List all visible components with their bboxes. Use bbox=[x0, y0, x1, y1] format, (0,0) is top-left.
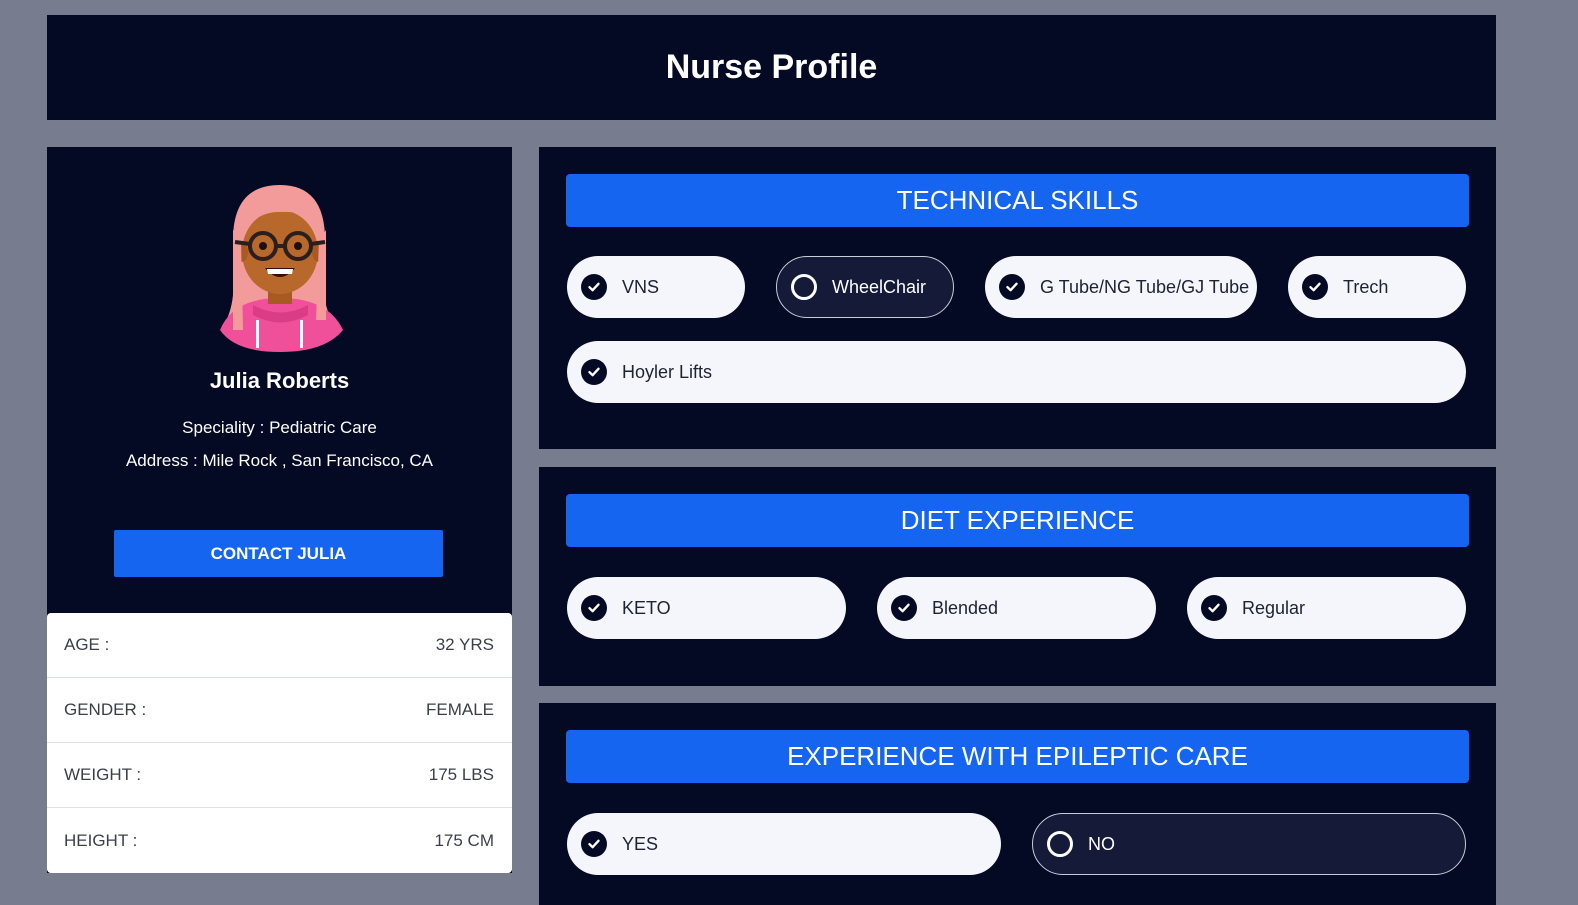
page-title: Nurse Profile bbox=[665, 48, 878, 86]
epileptic-chip-yes[interactable]: YES bbox=[567, 813, 1001, 875]
check-circle-icon bbox=[581, 274, 607, 300]
chip-label: YES bbox=[622, 833, 659, 854]
address-text: Address : Mile Rock , San Francisco, CA bbox=[125, 451, 434, 470]
empty-circle-icon bbox=[1047, 831, 1073, 857]
technical-skills-title: TECHNICAL SKILLS bbox=[566, 174, 1469, 227]
stat-label: WEIGHT : bbox=[64, 765, 142, 784]
technical-skills-section: TECHNICAL SKILLS VNS WheelChair G Tube/N… bbox=[539, 147, 1496, 449]
stats-table: AGE : 32 YRS GENDER : FEMALE WEIGHT : 17… bbox=[47, 613, 512, 873]
skill-chip-hoyler-lifts[interactable]: Hoyler Lifts bbox=[567, 341, 1466, 403]
skill-chip-trech[interactable]: Trech bbox=[1288, 256, 1466, 318]
chip-label: NO bbox=[1088, 833, 1115, 854]
diet-chip-keto[interactable]: KETO bbox=[567, 577, 846, 639]
diet-experience-title: DIET EXPERIENCE bbox=[566, 494, 1469, 547]
check-circle-icon bbox=[581, 595, 607, 621]
stat-row-weight: WEIGHT : 175 LBS bbox=[47, 743, 512, 808]
page-header: Nurse Profile bbox=[47, 15, 1496, 120]
chip-label: WheelChair bbox=[832, 276, 927, 297]
stat-value: 175 LBS bbox=[428, 765, 494, 784]
check-circle-icon bbox=[1201, 595, 1227, 621]
nurse-name: Julia Roberts bbox=[209, 368, 350, 393]
epileptic-care-section: EXPERIENCE WITH EPILEPTIC CARE YES NO bbox=[539, 703, 1496, 905]
stat-row-gender: GENDER : FEMALE bbox=[47, 678, 512, 743]
diet-chip-blended[interactable]: Blended bbox=[877, 577, 1156, 639]
speciality-text: Speciality : Pediatric Care bbox=[182, 418, 377, 437]
stat-value: 175 CM bbox=[434, 830, 494, 850]
skill-chip-vns[interactable]: VNS bbox=[567, 256, 745, 318]
skill-chip-g-tube[interactable]: G Tube/NG Tube/GJ Tube bbox=[985, 256, 1257, 318]
nurse-profile-page: Nurse Profile Julia Roberts Speciality : bbox=[0, 0, 1578, 905]
check-circle-icon bbox=[581, 831, 607, 857]
check-circle-icon bbox=[1302, 274, 1328, 300]
empty-circle-icon bbox=[791, 274, 817, 300]
stat-row-height: HEIGHT : 175 CM bbox=[47, 808, 512, 873]
epileptic-chip-no[interactable]: NO bbox=[1032, 813, 1466, 875]
stat-row-age: AGE : 32 YRS bbox=[47, 613, 512, 678]
stat-label: AGE : bbox=[64, 635, 110, 654]
stat-value: FEMALE bbox=[425, 700, 494, 719]
diet-chip-regular[interactable]: Regular bbox=[1187, 577, 1466, 639]
skill-chip-wheelchair[interactable]: WheelChair bbox=[776, 256, 954, 318]
chip-label: Trech bbox=[1343, 276, 1389, 297]
stat-label: GENDER : bbox=[64, 700, 147, 719]
chip-label: VNS bbox=[622, 276, 660, 297]
avatar bbox=[220, 185, 343, 352]
contact-button[interactable]: CONTACT JULIA bbox=[114, 530, 443, 577]
chip-label: Blended bbox=[932, 597, 999, 618]
chip-label: Hoyler Lifts bbox=[622, 361, 713, 382]
diet-experience-section: DIET EXPERIENCE KETO Blended Regular bbox=[539, 467, 1496, 686]
stat-label: HEIGHT : bbox=[64, 830, 138, 850]
chip-label: KETO bbox=[622, 597, 671, 618]
check-circle-icon bbox=[999, 274, 1025, 300]
check-circle-icon bbox=[581, 359, 607, 385]
check-circle-icon bbox=[891, 595, 917, 621]
stat-value: 32 YRS bbox=[435, 635, 494, 654]
chip-label: Regular bbox=[1242, 597, 1306, 618]
chip-label: G Tube/NG Tube/GJ Tube bbox=[1040, 276, 1250, 297]
epileptic-care-title: EXPERIENCE WITH EPILEPTIC CARE bbox=[566, 730, 1469, 783]
